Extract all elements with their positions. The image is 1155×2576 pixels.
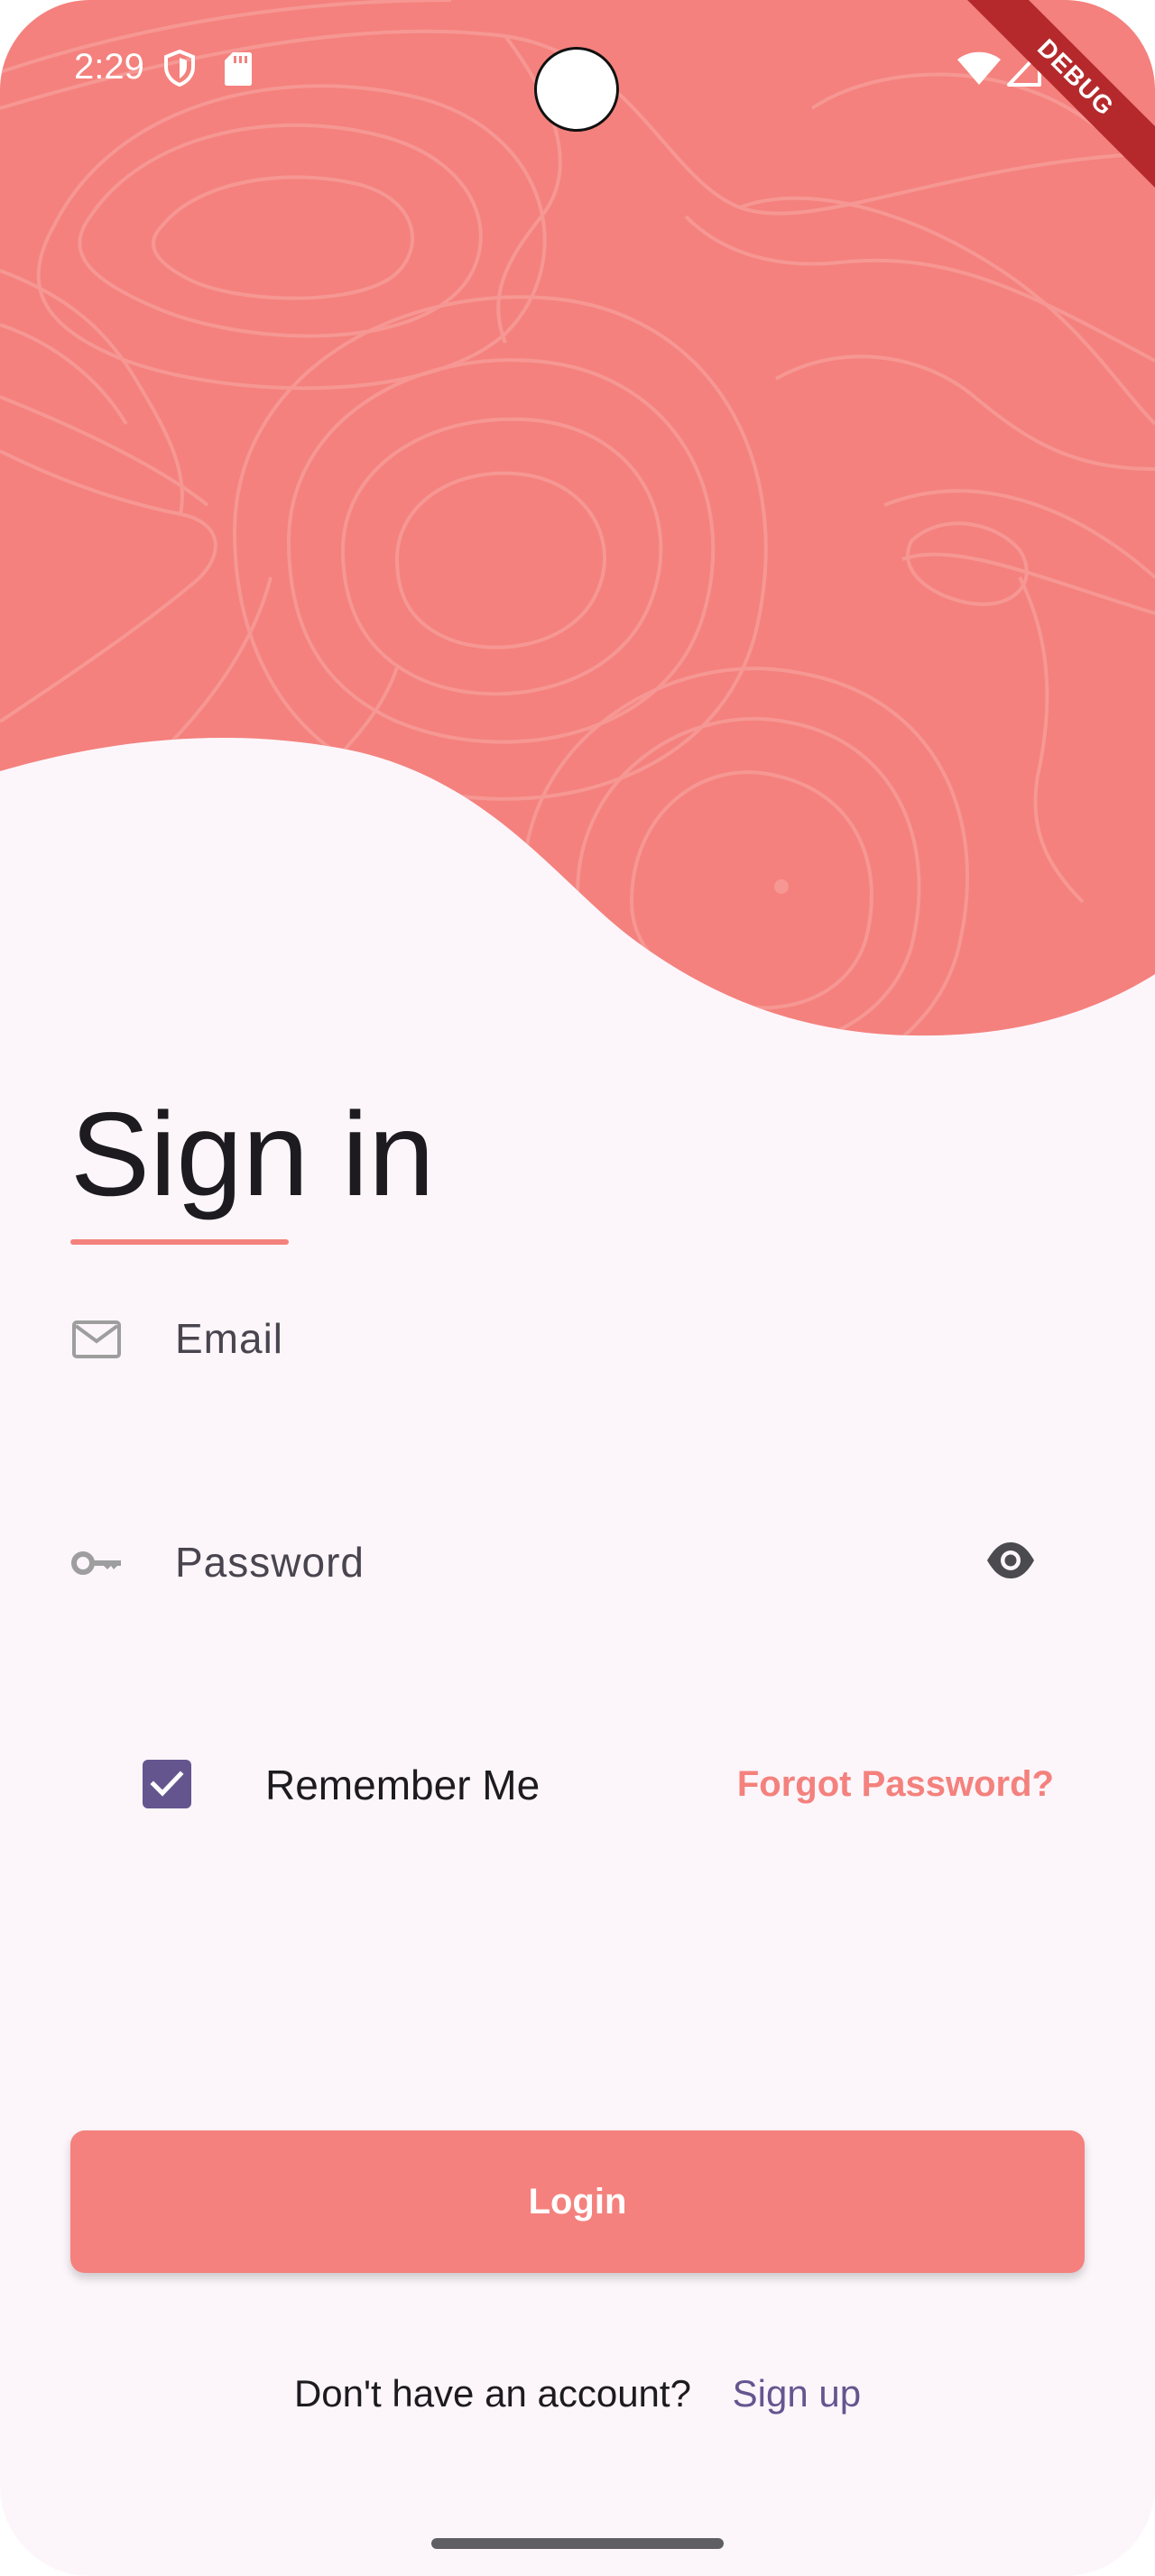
signup-row: Don't have an account? Sign up: [0, 2372, 1155, 2426]
shield-icon: [164, 49, 195, 87]
header-background: [0, 0, 1155, 1036]
status-time: 2:29: [74, 47, 144, 87]
sd-card-icon: [225, 52, 252, 86]
page-title: Sign in: [70, 1088, 435, 1220]
mail-icon: [72, 1320, 121, 1358]
signup-link[interactable]: Sign up: [733, 2372, 861, 2415]
app-screen: 2:29 DEBUG Sign in Email Remember Me For…: [0, 0, 1155, 2576]
password-input[interactable]: [173, 1521, 971, 1604]
email-input[interactable]: [173, 1297, 971, 1380]
login-button[interactable]: Login: [70, 2130, 1085, 2273]
email-field: [70, 1297, 1085, 1380]
key-icon: [71, 1551, 121, 1575]
home-indicator[interactable]: [431, 2538, 724, 2549]
wifi-icon: [957, 51, 1001, 85]
camera-cutout: [534, 47, 619, 132]
signup-prompt: Don't have an account?: [293, 2372, 691, 2415]
remember-me-label[interactable]: Remember Me: [265, 1761, 540, 1809]
remember-me-checkbox[interactable]: [143, 1760, 191, 1808]
remember-row: Remember Me Forgot Password?: [143, 1757, 1054, 1811]
check-icon: [150, 1771, 184, 1797]
forgot-password-link[interactable]: Forgot Password?: [737, 1764, 1054, 1805]
eye-icon[interactable]: [985, 1539, 1036, 1582]
title-underline: [70, 1239, 289, 1245]
password-field: [70, 1521, 1085, 1604]
